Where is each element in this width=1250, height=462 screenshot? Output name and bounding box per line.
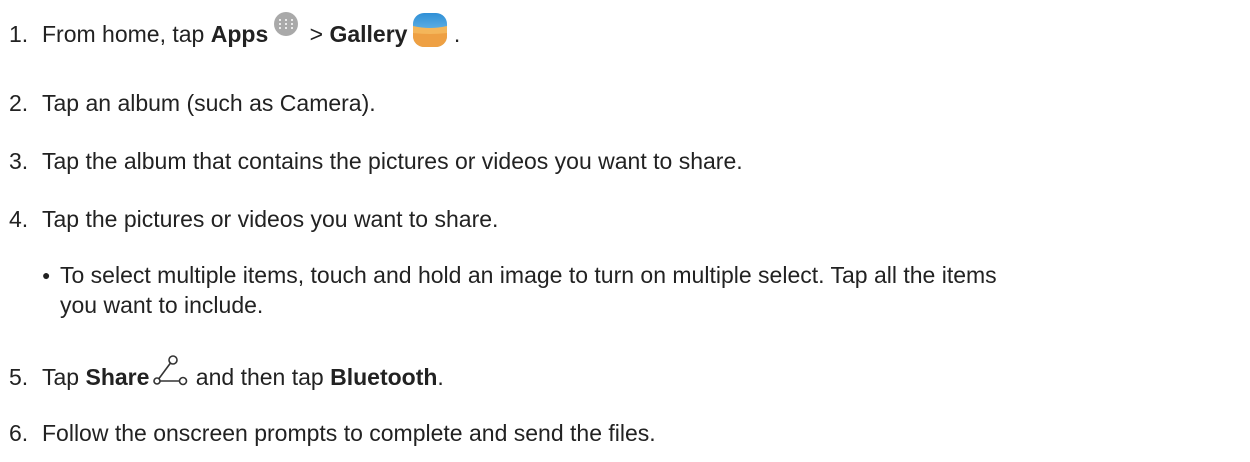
bluetooth-label: Bluetooth (330, 364, 438, 391)
step-5: 5. Tap Share and then tap Bluetooth. (9, 355, 444, 396)
step-text: > (303, 21, 330, 48)
step-number: 5. (9, 364, 29, 391)
share-label: Share (85, 364, 150, 391)
step-number: 4. (9, 206, 29, 232)
step-4: 4. Tap the pictures or videos you want to… (9, 204, 498, 234)
gallery-label: Gallery (329, 21, 408, 48)
bullet-note: ● To select multiple items, touch and ho… (42, 260, 1242, 320)
step-text: From home, tap (42, 21, 211, 48)
apps-grid-icon (274, 12, 299, 36)
step-text: Tap the album that contains the pictures… (42, 148, 743, 174)
apps-label: Apps (210, 21, 269, 48)
step-3: 3. Tap the album that contains the pictur… (9, 146, 743, 176)
bullet-line-2: you want to include. (60, 292, 264, 318)
step-text: Tap the pictures or videos you want to s… (42, 206, 499, 232)
step-2: 2. Tap an album (such as Camera). (9, 88, 376, 118)
step-number: 3. (9, 148, 29, 174)
step-text: . (437, 364, 444, 391)
step-number: 6. (9, 420, 29, 446)
step-number: 1. (9, 21, 29, 48)
step-text: Tap (42, 364, 86, 391)
step-6: 6. Follow the onscreen prompts to complet… (9, 418, 656, 448)
step-text: Follow the onscreen prompts to complete … (42, 420, 656, 446)
step-number: 2. (9, 90, 29, 116)
step-text: . (447, 21, 461, 48)
bullet-line-1: To select multiple items, touch and hold… (60, 262, 997, 288)
share-icon (153, 354, 189, 388)
bullet-dot-icon: ● (42, 267, 51, 283)
step-1: 1. From home, tap Apps > Gallery . (9, 12, 461, 53)
step-text: Tap an album (such as Camera). (42, 90, 376, 116)
gallery-icon (413, 13, 448, 47)
instruction-steps: 1. From home, tap Apps > Gallery . 2. Ta… (0, 0, 1250, 462)
step-text: and then tap (189, 364, 331, 391)
